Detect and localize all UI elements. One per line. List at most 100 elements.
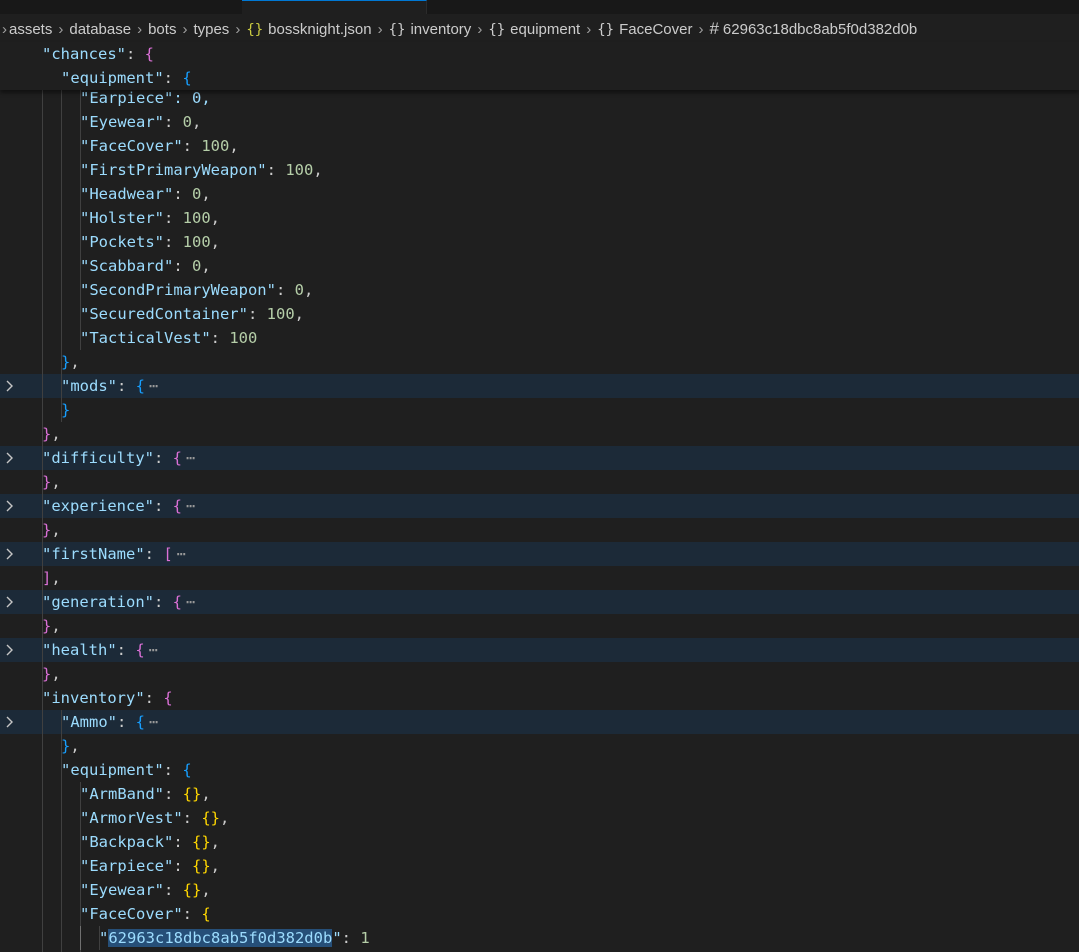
punctuation: : [182,137,202,155]
json-key: "Headwear" [80,185,174,203]
punctuation: , [51,617,61,635]
code-line[interactable]: "TacticalVest": 100 [0,326,1079,350]
code-line[interactable]: "Eyewear": 0, [0,110,1079,134]
indent-guide [61,182,62,206]
folded-line[interactable]: "health": {⋯ [0,638,1079,662]
indent-guide [42,782,43,806]
punctuation: , [210,833,221,851]
code-line[interactable]: }, [0,470,1079,494]
json-number: 100 [266,305,295,323]
indent-guide [42,206,43,230]
indent-guide [42,350,43,374]
editor-tab[interactable] [427,0,648,14]
code-line[interactable]: "Earpiece": {}, [0,854,1079,878]
bracket: { [172,497,182,515]
folded-line-ammo[interactable]: "Ammo": {⋯ [0,710,1079,734]
code-line[interactable]: "ArmBand": {}, [0,782,1079,806]
json-braces-icon: {} [246,21,264,38]
code-text: "equipment": { [61,758,192,782]
indent-guide [42,254,43,278]
code-line[interactable]: "FaceCover": 100, [0,134,1079,158]
punctuation: , [210,209,221,227]
code-line[interactable]: "ArmorVest": {}, [0,806,1079,830]
indent-guide [42,158,43,182]
code-line[interactable]: "equipment": { [0,758,1079,782]
editor-tab-active[interactable] [242,0,427,14]
folded-line[interactable]: "generation": {⋯ [0,590,1079,614]
fold-chevron-right-icon[interactable] [2,494,16,518]
punctuation: : [173,857,192,875]
bracket: {} [201,809,220,827]
code-line[interactable]: "SecondPrimaryWeapon": 0, [0,278,1079,302]
punctuation: , [201,881,211,899]
folded-line[interactable]: "experience": {⋯ [0,494,1079,518]
code-line[interactable]: "Eyewear": {}, [0,878,1079,902]
code-line-selected[interactable]: "62963c18dbc8ab5f0d382d0b": 1 [0,926,1079,950]
code-line[interactable]: }, [0,614,1079,638]
code-editor[interactable]: "Earpiece": 0, "Eyewear": 0, "FaceCover": … [0,90,1079,952]
chevron-right-icon: › [137,20,143,38]
breadcrumb-item[interactable]: assets [9,21,52,38]
chevron-right-icon: › [477,20,483,38]
code-text: "ArmBand": {}, [80,782,211,806]
json-key: " [332,929,342,947]
fold-chevron-right-icon[interactable] [2,542,16,566]
code-line[interactable]: "FirstPrimaryWeapon": 100, [0,158,1079,182]
sticky-line-chances[interactable]: "chances": { [0,42,1079,66]
breadcrumb-item[interactable]: #62963c18dbc8ab5f0d382d0b [709,19,917,39]
json-number: 1 [360,929,370,947]
punctuation: , [210,233,221,251]
code-line[interactable]: }, [0,518,1079,542]
code-line[interactable]: "FaceCover": { [0,902,1079,926]
code-line[interactable]: }, [0,662,1079,686]
code-line[interactable]: ], [0,566,1079,590]
code-line[interactable]: "Pockets": 100, [0,230,1079,254]
json-key: "ArmBand" [80,785,164,803]
fold-chevron-right-icon[interactable] [2,638,16,662]
editor-tab[interactable] [10,0,243,14]
breadcrumb-item[interactable]: bots [148,21,176,38]
fold-chevron-right-icon[interactable] [2,446,16,470]
folded-line[interactable]: "difficulty": {⋯ [0,446,1079,470]
folded-line[interactable]: "firstName": [⋯ [0,542,1079,566]
breadcrumb-item[interactable]: {} bossknight.json [246,21,371,38]
json-number: 0 [192,185,202,203]
code-line[interactable]: }, [0,422,1079,446]
fold-chevron-right-icon[interactable] [2,590,16,614]
code-text: }, [42,470,61,494]
bracket: { [135,377,146,395]
code-line[interactable]: }, [0,350,1079,374]
breadcrumb-item[interactable]: types [193,21,229,38]
code-line[interactable]: "Holster": 100, [0,206,1079,230]
breadcrumb-item[interactable]: {} inventory [389,21,472,38]
indent-guide [42,134,43,158]
code-line[interactable]: "Backpack": {}, [0,830,1079,854]
bracket: { [182,69,192,87]
bracket: } [61,737,71,755]
bracket: { [163,689,173,707]
code-line[interactable]: "Scabbard": 0, [0,254,1079,278]
code-line[interactable]: }, [0,734,1079,758]
code-line[interactable]: "Headwear": 0, [0,182,1079,206]
breadcrumb-item[interactable]: {} equipment [488,21,580,38]
code-line[interactable]: "Earpiece": 0, [0,90,1079,110]
folded-line-mods[interactable]: "mods": {⋯ [0,374,1079,398]
code-line[interactable]: "inventory": { [0,686,1079,710]
punctuation: : [164,881,183,899]
json-key: "ArmorVest" [80,809,183,827]
code-text: }, [61,350,80,374]
fold-chevron-right-icon[interactable] [2,374,16,398]
indent-guide [61,254,62,278]
fold-chevron-right-icon[interactable] [2,710,16,734]
code-line[interactable]: "SecuredContainer": 100, [0,302,1079,326]
code-line[interactable]: } [0,398,1079,422]
code-text: "health": {⋯ [42,638,158,662]
sticky-line-equipment[interactable]: "equipment": { [0,66,1079,90]
punctuation: , [201,185,211,203]
editor-tab[interactable] [847,0,1079,14]
editor-tab[interactable] [647,0,848,14]
breadcrumb-item[interactable]: database [69,21,131,38]
punctuation: , [51,473,61,491]
breadcrumb-item[interactable]: {} FaceCover [597,21,692,38]
chevron-right-icon: › [698,20,704,38]
